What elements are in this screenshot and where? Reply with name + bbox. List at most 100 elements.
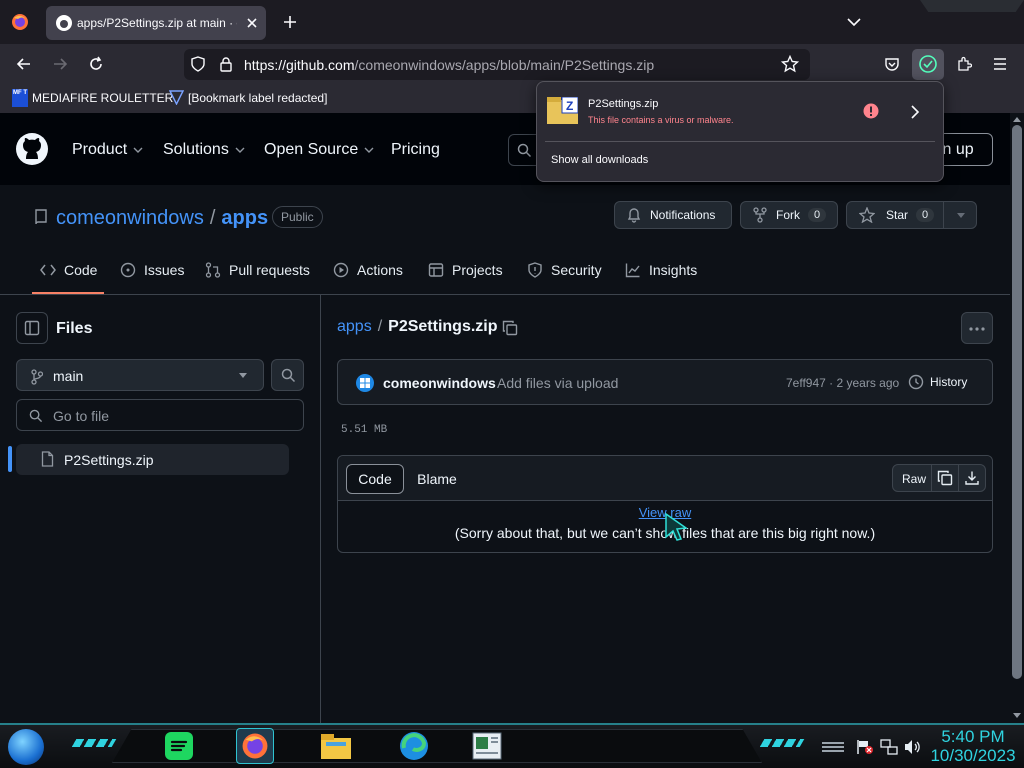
lock-icon[interactable]: [216, 54, 236, 74]
tab-actions[interactable]: Actions: [333, 262, 403, 278]
firefox-app-icon[interactable]: [236, 728, 274, 764]
extensions-puzzle-icon[interactable]: [954, 54, 974, 74]
spotify-app-icon[interactable]: [160, 728, 198, 764]
show-all-downloads-link[interactable]: Show all downloads: [551, 154, 648, 166]
clock-time: 5:40 PM: [941, 727, 1005, 746]
github-favicon-icon: [54, 13, 74, 33]
tab-label: Actions: [357, 262, 403, 278]
issue-icon: [120, 262, 136, 278]
url-bar[interactable]: https://github.com/comeonwindows/apps/bl…: [184, 49, 810, 80]
file-size: 5.51 MB: [341, 424, 388, 436]
app-menu-icon[interactable]: [990, 54, 1010, 74]
fork-button[interactable]: Fork 0: [740, 201, 838, 229]
commit-message-link[interactable]: Add files via upload: [497, 375, 618, 391]
active-tab[interactable]: apps/P2Settings.zip at main · co: [46, 6, 266, 40]
star-button[interactable]: Star 0: [846, 201, 977, 229]
zip-file-icon: Z: [547, 97, 578, 124]
tray-overflow-icon[interactable]: [822, 742, 844, 754]
copy-path-icon[interactable]: [500, 318, 520, 338]
flag-alert-icon[interactable]: [856, 739, 874, 755]
taskbar-dock: [112, 729, 762, 763]
copy-icon[interactable]: [937, 470, 953, 486]
code-view-button[interactable]: Code: [346, 464, 404, 494]
pocket-icon[interactable]: [882, 54, 902, 74]
url-text[interactable]: https://github.com/comeonwindows/apps/bl…: [244, 57, 654, 73]
search-files-button[interactable]: [271, 359, 304, 391]
shield-icon[interactable]: [188, 54, 208, 74]
scroll-down-arrow-icon[interactable]: [1013, 713, 1021, 718]
clock-date: 10/30/2023: [930, 746, 1016, 765]
repo-link[interactable]: apps: [221, 207, 268, 230]
bookmark-label: MEDIAFIRE ROULETTER: [32, 91, 174, 105]
firefox-icon[interactable]: [10, 12, 30, 32]
tab-security[interactable]: Security: [527, 262, 602, 278]
nav-solutions[interactable]: Solutions: [163, 141, 245, 159]
star-dropdown-icon[interactable]: [957, 213, 965, 218]
button-divider: [958, 465, 959, 491]
reload-icon[interactable]: [86, 54, 106, 74]
more-options-button[interactable]: [961, 312, 993, 344]
star-count: 0: [916, 208, 935, 222]
tab-projects[interactable]: Projects: [428, 262, 503, 278]
fork-count: 0: [808, 208, 827, 222]
nav-pricing[interactable]: Pricing: [391, 141, 440, 159]
tab-label: Issues: [144, 262, 185, 278]
tab-insights[interactable]: Insights: [625, 262, 697, 278]
tab-label: Pull requests: [229, 262, 310, 278]
network-icon[interactable]: [880, 739, 898, 755]
blame-view-button[interactable]: Blame: [408, 464, 466, 494]
button-divider: [943, 202, 944, 228]
history-icon: [908, 374, 924, 390]
repo-icon: [35, 209, 47, 225]
download-icon[interactable]: [964, 470, 980, 486]
deco-stripes: [71, 739, 117, 747]
sidebar-divider: [320, 295, 321, 723]
file-tree-item[interactable]: P2Settings.zip: [16, 444, 289, 475]
start-button[interactable]: [8, 729, 44, 765]
notifications-button[interactable]: Notifications: [614, 201, 732, 229]
nav-product[interactable]: Product: [72, 141, 143, 159]
commit-author-link[interactable]: comeonwindows: [383, 375, 496, 391]
history-button[interactable]: History: [908, 374, 967, 390]
sidebar-collapse-icon: [24, 320, 40, 336]
bookmark-item[interactable]: [Bookmark label redacted]: [169, 90, 327, 105]
scrollbar-thumb[interactable]: [1012, 125, 1022, 679]
download-file-name: P2Settings.zip: [588, 98, 659, 110]
clock[interactable]: 5:40 PM 10/30/2023: [928, 727, 1018, 765]
file-explorer-icon[interactable]: [317, 728, 355, 764]
chevron-right-icon[interactable]: [905, 102, 925, 122]
latest-commit-box: comeonwindows Add files via upload 7eff9…: [337, 359, 993, 405]
tab-issues[interactable]: Issues: [120, 262, 184, 278]
volume-icon[interactable]: [904, 739, 922, 755]
avatar[interactable]: [356, 374, 374, 392]
collapse-sidebar-button[interactable]: [16, 312, 48, 344]
owner-link[interactable]: comeonwindows: [56, 207, 204, 230]
go-to-file-input[interactable]: Go to file: [16, 399, 304, 431]
new-tab-icon[interactable]: [280, 12, 300, 32]
notifications-label: Notifications: [650, 208, 716, 222]
breadcrumb-repo-link[interactable]: apps: [337, 318, 372, 336]
edge-browser-icon[interactable]: [395, 728, 433, 764]
url-host: https://github.com: [244, 57, 355, 73]
bookmark-star-icon[interactable]: [780, 54, 800, 74]
branch-selector[interactable]: main: [16, 359, 264, 391]
list-tabs-chevron-icon[interactable]: [844, 12, 864, 32]
window-frame-decoration: [920, 0, 1024, 12]
notepad-app-icon[interactable]: [468, 728, 506, 764]
back-arrow-icon[interactable]: [14, 54, 34, 74]
commit-meta[interactable]: 7eff947 · 2 years ago: [786, 376, 899, 390]
tab-code[interactable]: Code: [40, 262, 97, 278]
github-logo-icon[interactable]: [16, 133, 48, 165]
forward-arrow-icon[interactable]: [50, 54, 70, 74]
bookmark-item[interactable]: MF T MEDIAFIRE ROULETTER: [12, 89, 173, 107]
close-tab-icon[interactable]: [242, 13, 262, 33]
raw-button[interactable]: Raw: [902, 472, 926, 486]
download-item[interactable]: Z P2Settings.zip This file contains a vi…: [537, 82, 943, 140]
search-icon: [29, 409, 43, 423]
fork-icon: [753, 207, 767, 223]
nav-open-source[interactable]: Open Source: [264, 141, 374, 159]
tab-pull-requests[interactable]: Pull requests: [205, 262, 310, 278]
scroll-up-arrow-icon[interactable]: [1013, 117, 1021, 122]
page-scrollbar[interactable]: [1010, 113, 1024, 723]
downloads-button[interactable]: [912, 49, 944, 80]
